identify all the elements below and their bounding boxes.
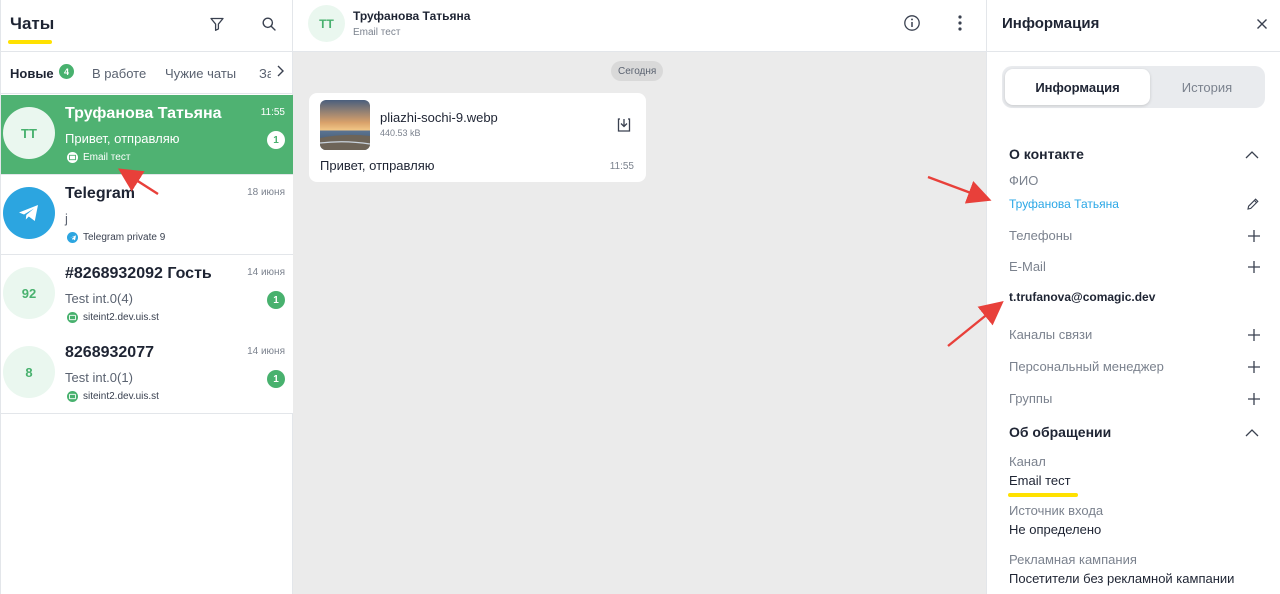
tab-foreign-chats[interactable]: Чужие чаты	[165, 66, 236, 81]
message-bubble: pliazhi-sochi-9.webp 440.53 kB Привет, о…	[309, 93, 646, 182]
chat-name: #8268932092 Гость	[65, 265, 212, 282]
campaign-label: Рекламная кампания	[1009, 552, 1137, 567]
unread-badge: 1	[267, 291, 285, 309]
entry-source-value: Не определено	[1009, 522, 1102, 537]
close-icon[interactable]	[1252, 14, 1272, 34]
chat-source-label: Email тест	[83, 152, 131, 163]
conversation-header: TT Труфанова Татьяна Email тест	[293, 0, 986, 52]
chevron-up-icon[interactable]	[1244, 147, 1260, 163]
conversation-panel: TT Труфанова Татьяна Email тест Сегодня	[293, 0, 986, 594]
chat-time: 18 июня	[247, 187, 285, 198]
chat-time: 14 июня	[247, 346, 285, 357]
chat-source-label: siteint2.dev.uis.st	[83, 312, 159, 323]
info-panel: Информация Информация История О контакте…	[986, 0, 1280, 594]
message-time: 11:55	[609, 161, 634, 172]
download-icon[interactable]	[615, 116, 633, 134]
campaign-value: Посетители без рекламной кампании	[1009, 571, 1235, 586]
tab-history[interactable]: История	[1152, 69, 1262, 105]
info-header: Информация	[987, 0, 1280, 52]
chat-source-label: Telegram private 9	[83, 232, 166, 243]
telegram-icon	[67, 232, 78, 243]
tab-in-work[interactable]: В работе	[92, 66, 146, 81]
channel-value: Email тест	[1009, 473, 1071, 488]
chat-time: 11:55	[260, 107, 285, 118]
chat-widget-icon	[67, 312, 78, 323]
add-email-plus-icon[interactable]	[1247, 260, 1261, 274]
add-channel-plus-icon[interactable]	[1247, 328, 1261, 342]
fio-value[interactable]: Труфанова Татьяна	[1009, 197, 1119, 211]
file-size: 440.53 kB	[380, 128, 421, 138]
file-name: pliazhi-sochi-9.webp	[380, 110, 498, 125]
phones-label: Телефоны	[1009, 228, 1073, 243]
search-icon[interactable]	[259, 14, 279, 34]
add-manager-plus-icon[interactable]	[1247, 360, 1261, 374]
avatar: 92	[3, 267, 55, 319]
channel-highlight	[1008, 493, 1078, 497]
chat-name: Telegram	[65, 185, 135, 202]
manager-label: Персональный менеджер	[1009, 359, 1164, 374]
more-vertical-icon[interactable]	[950, 13, 970, 33]
tab-new-badge: 4	[59, 64, 74, 79]
channel-label: Канал	[1009, 454, 1046, 469]
chat-source: Telegram private 9	[67, 232, 165, 243]
groups-label: Группы	[1009, 391, 1053, 406]
section-request-title: Об обращении	[1009, 424, 1112, 440]
chevron-up-icon[interactable]	[1244, 425, 1260, 441]
tab-information[interactable]: Информация	[1005, 69, 1150, 105]
date-separator: Сегодня	[611, 61, 664, 81]
entry-source-label: Источник входа	[1009, 503, 1104, 518]
info-icon[interactable]	[902, 13, 922, 33]
title-highlight	[8, 40, 52, 44]
email-label: E-Mail	[1009, 259, 1046, 274]
chat-last-message: Test int.0(1)	[65, 370, 133, 385]
chat-list-item[interactable]: TT Труфанова Татьяна 11:55 Привет, отпра…	[1, 95, 293, 175]
info-segmented-control: Информация История	[1002, 66, 1265, 108]
telegram-icon	[3, 187, 55, 239]
avatar: TT	[3, 107, 55, 159]
chat-source-label: siteint2.dev.uis.st	[83, 391, 159, 402]
chat-list-item[interactable]: 92 #8268932092 Гость 14 июня Test int.0(…	[1, 255, 293, 335]
chat-time: 14 июня	[247, 267, 285, 278]
conversation-channel: Email тест	[353, 27, 401, 38]
chat-source: siteint2.dev.uis.st	[67, 312, 159, 323]
chat-app: Чаты Новые 4 В работе Чужие чаты За TT Т…	[0, 0, 1280, 594]
chat-last-message: Привет, отправляю	[65, 131, 180, 146]
email-value[interactable]: t.trufanova@comagic.dev	[1009, 290, 1155, 304]
chat-list-item[interactable]: Telegram 18 июня j Telegram private 9	[1, 175, 293, 255]
chat-last-message: Test int.0(4)	[65, 291, 133, 306]
tab-new[interactable]: Новые	[10, 66, 54, 81]
contact-name: Труфанова Татьяна	[353, 9, 471, 23]
chat-widget-icon	[67, 391, 78, 402]
avatar: 8	[3, 346, 55, 398]
message-text: Привет, отправляю	[320, 158, 435, 173]
chats-panel: Чаты Новые 4 В работе Чужие чаты За TT Т…	[0, 0, 293, 594]
email-icon	[67, 152, 78, 163]
avatar: TT	[308, 5, 345, 42]
add-group-plus-icon[interactable]	[1247, 392, 1261, 406]
section-contact-title: О контакте	[1009, 146, 1084, 162]
chat-source: Email тест	[67, 152, 130, 163]
chat-name: Труфанова Татьяна	[65, 105, 222, 122]
chat-list-item[interactable]: 8 8268932077 14 июня Test int.0(1) 1 sit…	[1, 334, 293, 414]
info-title: Информация	[1002, 15, 1100, 32]
chat-name: 8268932077	[65, 344, 154, 361]
image-thumbnail[interactable]	[320, 100, 370, 150]
add-phone-plus-icon[interactable]	[1247, 229, 1261, 243]
chat-tabs: Новые 4 В работе Чужие чаты За	[1, 52, 292, 94]
filter-icon[interactable]	[207, 14, 227, 34]
unread-badge: 1	[267, 131, 285, 149]
chats-header: Чаты	[1, 0, 292, 52]
fio-label: ФИО	[1009, 173, 1039, 188]
chevron-right-icon[interactable]	[275, 64, 285, 83]
chat-last-message: j	[65, 211, 68, 226]
tab-truncated[interactable]: За	[259, 66, 271, 81]
unread-badge: 1	[267, 370, 285, 388]
channels-label: Каналы связи	[1009, 327, 1093, 342]
chats-title: Чаты	[10, 14, 55, 33]
chat-source: siteint2.dev.uis.st	[67, 391, 159, 402]
pencil-icon[interactable]	[1246, 197, 1260, 211]
